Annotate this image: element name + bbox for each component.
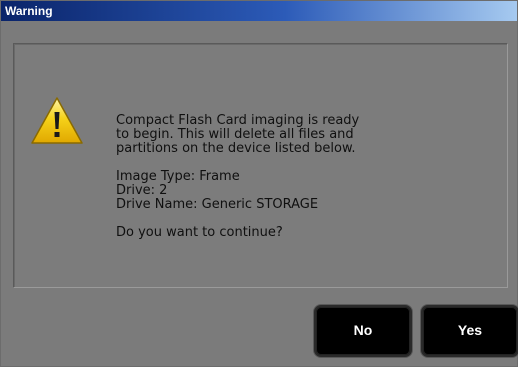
no-button[interactable]: No xyxy=(314,305,412,357)
message-line: to begin. This will delete all files and xyxy=(116,127,354,142)
window-title: Warning xyxy=(5,4,53,18)
warning-dialog: Warning Compact Flash Card imaging is re… xyxy=(0,0,518,367)
drive-detail: Drive: 2 xyxy=(116,183,168,198)
title-bar[interactable]: Warning xyxy=(1,1,517,21)
warning-triangle-icon xyxy=(31,97,83,144)
message-panel: Compact Flash Card imaging is ready to b… xyxy=(13,43,508,288)
image-type-detail: Image Type: Frame xyxy=(116,169,240,184)
drive-name-detail: Drive Name: Generic STORAGE xyxy=(116,197,319,212)
dialog-message: Compact Flash Card imaging is ready to b… xyxy=(116,114,496,240)
yes-button[interactable]: Yes xyxy=(421,305,518,357)
confirmation-question: Do you want to continue? xyxy=(116,225,283,240)
message-line: partitions on the device listed below. xyxy=(116,141,356,156)
message-line: Compact Flash Card imaging is ready xyxy=(116,113,360,128)
dialog-body: Compact Flash Card imaging is ready to b… xyxy=(1,21,518,366)
